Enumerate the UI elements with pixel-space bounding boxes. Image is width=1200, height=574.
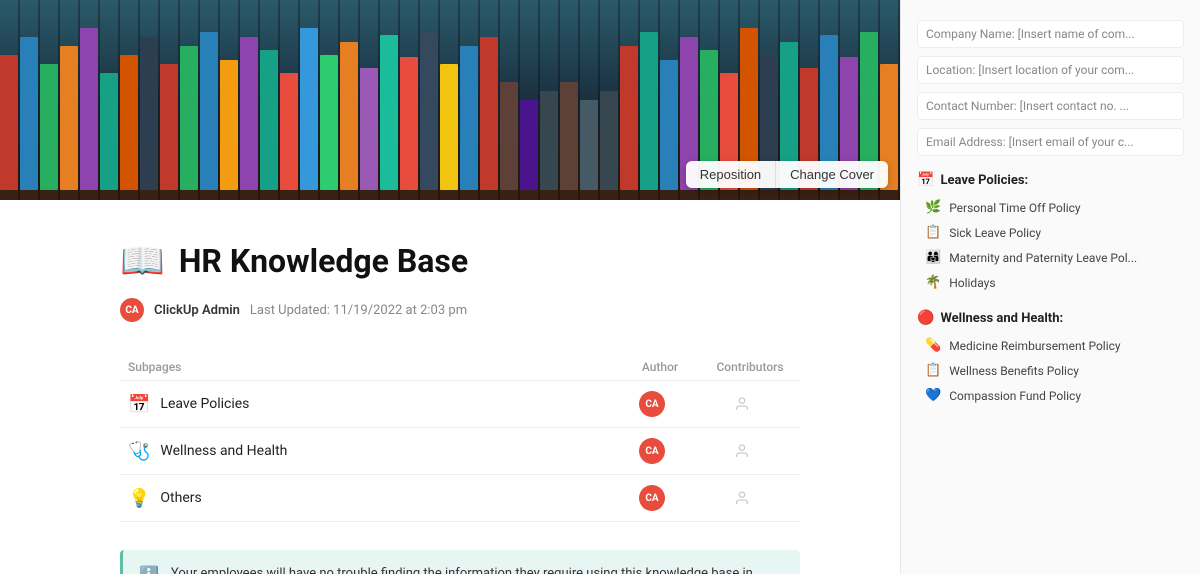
author-avatar: CA: [120, 298, 144, 322]
info-callout: ℹ️ Your employees will have no trouble f…: [120, 550, 800, 574]
wellness-benefits-label: Wellness Benefits Policy: [949, 364, 1079, 378]
wellness-icon: 🩺: [128, 441, 150, 462]
sidebar-field-location: Location: [Insert location of your com..…: [917, 56, 1184, 84]
change-cover-button[interactable]: Change Cover: [776, 161, 888, 188]
cover-toolbar: Reposition Change Cover: [686, 161, 888, 188]
sidebar-field-email: Email Address: [Insert email of your c..…: [917, 128, 1184, 156]
page-emoji: 📖: [120, 240, 165, 282]
callout-text: Your employees will have no trouble find…: [171, 564, 784, 574]
leave-policies-author: CA: [639, 391, 665, 417]
page-body: 📖 HR Knowledge Base CA ClickUp Admin Las…: [0, 200, 860, 574]
sidebar-link-sick-leave[interactable]: 📋 Sick Leave Policy: [917, 221, 1184, 244]
wellness-benefits-icon: 📋: [925, 363, 941, 378]
pto-label: Personal Time Off Policy: [949, 201, 1080, 215]
leave-policies-icon: 📅: [128, 394, 150, 415]
callout-icon: ℹ️: [139, 565, 159, 574]
holidays-label: Holidays: [949, 276, 995, 290]
email-value: Email Address: [Insert email of your c..…: [917, 128, 1184, 156]
meta-row: CA ClickUp Admin Last Updated: 11/19/202…: [120, 298, 800, 322]
wellness-section-title: Wellness and Health:: [940, 311, 1063, 326]
wellness-contributor: [692, 443, 792, 459]
others-author: CA: [639, 485, 665, 511]
compassion-icon: 💙: [925, 388, 941, 403]
wellness-section-emoji: 🔴: [917, 310, 934, 326]
subpages-section: Subpages Author Contributors 📅 Leave Pol…: [120, 354, 800, 522]
company-name-value: Company Name: [Insert name of com...: [917, 20, 1184, 48]
page-title: HR Knowledge Base: [179, 242, 468, 280]
others-name: Others: [160, 490, 612, 506]
medicine-icon: 💊: [925, 338, 941, 353]
sidebar-link-wellness-benefits[interactable]: 📋 Wellness Benefits Policy: [917, 359, 1184, 382]
last-updated: Last Updated: 11/19/2022 at 2:03 pm: [250, 303, 467, 318]
medicine-label: Medicine Reimbursement Policy: [949, 339, 1120, 353]
subpage-row-leave-policies[interactable]: 📅 Leave Policies CA: [120, 381, 800, 428]
sick-leave-icon: 📋: [925, 225, 941, 240]
contact-value: Contact Number: [Insert contact no. ...: [917, 92, 1184, 120]
subpages-header: Subpages Author Contributors: [120, 354, 800, 381]
col-header-contributors: Contributors: [700, 360, 800, 374]
author-name: ClickUp Admin: [154, 303, 240, 318]
cover-image: Reposition Change Cover: [0, 0, 900, 200]
sidebar-field-contact: Contact Number: [Insert contact no. ...: [917, 92, 1184, 120]
sidebar-link-compassion-fund[interactable]: 💙 Compassion Fund Policy: [917, 384, 1184, 407]
leave-section-title: Leave Policies:: [940, 173, 1028, 188]
subpage-row-others[interactable]: 💡 Others CA: [120, 475, 800, 522]
wellness-author: CA: [639, 438, 665, 464]
main-content: Reposition Change Cover 📖 HR Knowledge B…: [0, 0, 900, 574]
sidebar-link-medicine[interactable]: 💊 Medicine Reimbursement Policy: [917, 334, 1184, 357]
sick-leave-label: Sick Leave Policy: [949, 226, 1041, 240]
maternity-label: Maternity and Paternity Leave Pol...: [949, 251, 1137, 265]
others-contributor: [692, 490, 792, 506]
others-icon: 💡: [128, 488, 150, 509]
sidebar-wellness-section-header: 🔴 Wellness and Health:: [917, 310, 1184, 326]
col-header-name: Subpages: [120, 360, 620, 374]
leave-policies-contributor: [692, 396, 792, 412]
maternity-icon: 👨‍👩‍👧: [925, 250, 941, 265]
col-header-author: Author: [620, 360, 700, 374]
sidebar-leave-section-header: 📅 Leave Policies:: [917, 172, 1184, 188]
location-value: Location: [Insert location of your com..…: [917, 56, 1184, 84]
compassion-label: Compassion Fund Policy: [949, 389, 1081, 403]
sidebar-field-company: Company Name: [Insert name of com...: [917, 20, 1184, 48]
subpage-row-wellness[interactable]: 🩺 Wellness and Health CA: [120, 428, 800, 475]
wellness-name: Wellness and Health: [160, 443, 612, 459]
pto-icon: 🌿: [925, 200, 941, 215]
holidays-icon: 🌴: [925, 275, 941, 290]
reposition-button[interactable]: Reposition: [686, 161, 775, 188]
sidebar-link-holidays[interactable]: 🌴 Holidays: [917, 271, 1184, 294]
right-sidebar: Company Name: [Insert name of com... Loc…: [900, 0, 1200, 574]
page-title-row: 📖 HR Knowledge Base: [120, 240, 800, 282]
sidebar-link-maternity[interactable]: 👨‍👩‍👧 Maternity and Paternity Leave Pol.…: [917, 246, 1184, 269]
leave-policies-name: Leave Policies: [160, 396, 612, 412]
sidebar-link-pto[interactable]: 🌿 Personal Time Off Policy: [917, 196, 1184, 219]
leave-section-emoji: 📅: [917, 172, 934, 188]
